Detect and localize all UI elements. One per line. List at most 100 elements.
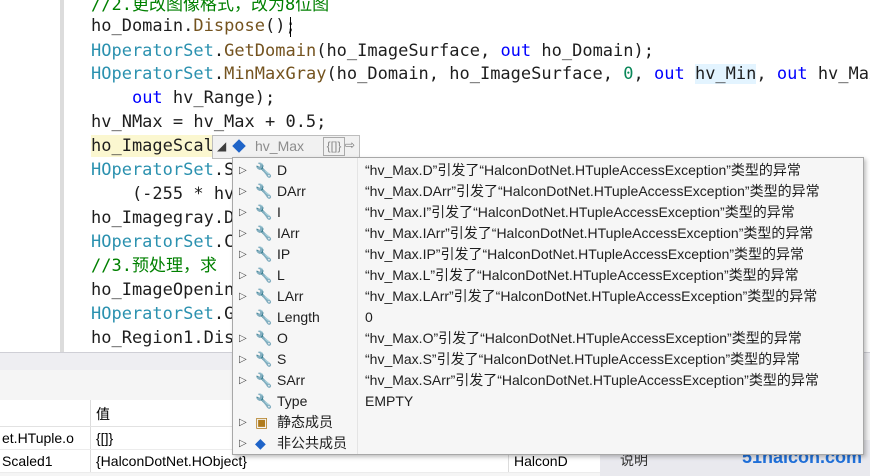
property-value: EMPTY (365, 393, 414, 409)
code-token: Dispose (193, 16, 266, 36)
locals-row-value: {[]} (96, 430, 114, 446)
datatip-value-box[interactable]: {[]} (323, 137, 345, 156)
expand-arrow-icon[interactable]: ▷ (239, 181, 247, 202)
expand-arrow-icon[interactable]: ▷ (239, 370, 247, 391)
datatip-row[interactable]: ▷ 🔧 S “hv_Max.S”引发了“HalconDotNet.HTupleAcce… (233, 349, 863, 370)
code-line[interactable]: (-255 * hv (91, 183, 234, 205)
code-token: ho_Imagegray.D (91, 208, 235, 228)
property-value: “hv_Max.DArr”引发了“HalconDotNet.HTupleAcce… (365, 183, 820, 199)
wrench-icon: 🔧 (255, 393, 273, 409)
property-value: “hv_Max.LArr”引发了“HalconDotNet.HTupleAcce… (365, 288, 818, 304)
code-token: out (131, 88, 163, 108)
code-line[interactable]: out hv_Range); (91, 87, 275, 109)
datatip-row[interactable]: ▷ 🔧 IArr “hv_Max.IArr”引发了“HalconDotNet.HTup… (233, 223, 863, 244)
datatip-header[interactable]: ◢ hv_Max {[]} ⇨ (212, 135, 360, 159)
code-line[interactable]: ho_Region1.Dis (91, 327, 234, 349)
value-column-header[interactable]: 值 (96, 404, 110, 424)
expand-arrow-icon[interactable]: ▷ (239, 349, 247, 370)
property-name: L (277, 267, 285, 283)
expand-arrow-icon[interactable]: ▷ (239, 223, 247, 244)
expand-arrow-icon[interactable]: ▷ (239, 265, 247, 286)
code-token: (); (265, 16, 296, 36)
expand-arrow-icon[interactable]: ▷ (239, 286, 247, 307)
code-token: ho_Domain); (531, 41, 654, 61)
wrench-icon: 🔧 (255, 372, 273, 388)
expand-arrow-icon[interactable]: ▷ (239, 328, 247, 349)
wrench-icon: 🔧 (255, 288, 273, 304)
property-name: DArr (277, 183, 306, 199)
code-token: MinMaxGray (224, 64, 327, 84)
datatip-row[interactable]: ▷ 🔧 IP “hv_Max.IP”引发了“HalconDotNet.HTupleAc… (233, 244, 863, 265)
property-value: “hv_Max.O”引发了“HalconDotNet.HTupleAccessE… (365, 330, 802, 346)
datatip-popup: ▷ 🔧 D “hv_Max.D”引发了“HalconDotNet.HTupleAcce… (232, 157, 864, 455)
code-token: out (500, 41, 532, 61)
datatip-row[interactable]: ▷ ▣ 静态成员 (233, 412, 863, 433)
wrench-icon: 🔧 (255, 267, 273, 283)
code-token: GetDomain (224, 41, 317, 61)
datatip-row[interactable]: 🔧 Type EMPTY (233, 391, 863, 412)
code-token: //3.预处理，求 (91, 256, 217, 276)
datatip-row[interactable]: ▷ 🔧 L “hv_Max.L”引发了“HalconDotNet.HTupleAcce… (233, 265, 863, 286)
code-line[interactable]: hv_NMax = hv_Max + 0.5; (91, 111, 326, 133)
pin-icon[interactable]: ⇨ (345, 138, 355, 152)
datatip-row[interactable]: ▷ 🔧 D “hv_Max.D”引发了“HalconDotNet.HTupleAcce… (233, 160, 863, 181)
property-name: I (277, 204, 281, 220)
wrench-icon: 🔧 (255, 225, 273, 241)
locals-row-name: et.HTuple.o (2, 430, 74, 446)
code-token: hv_Max, (817, 64, 870, 84)
property-name: SArr (277, 372, 305, 388)
property-value: “hv_Max.S”引发了“HalconDotNet.HTupleAccessE… (365, 351, 801, 367)
wrench-icon: 🔧 (255, 330, 273, 346)
code-line[interactable]: ho_Imagegray.D (91, 207, 234, 229)
datatip-row[interactable]: ▷ 🔧 I “hv_Max.I”引发了“HalconDotNet.HTupleAcce… (233, 202, 863, 223)
cube-icon: ◆ (255, 435, 266, 451)
property-name: IP (277, 246, 291, 262)
locals-row-value: {HalconDotNet.HObject} (96, 453, 247, 469)
expand-arrow-icon[interactable]: ▷ (239, 433, 247, 454)
expand-arrow-icon[interactable]: ▷ (239, 244, 247, 265)
expand-arrow-icon[interactable]: ▷ (239, 160, 247, 181)
code-token: hv_NMax = hv_Max + 0.5; (91, 112, 327, 132)
code-line[interactable]: HOperatorSet.C (91, 231, 234, 253)
property-value: “hv_Max.IArr”引发了“HalconDotNet.HTupleAcce… (365, 225, 814, 241)
code-token: ho_ImageOpenin (91, 280, 235, 300)
code-token: out (776, 64, 808, 84)
code-line[interactable]: //3.预处理，求 (91, 255, 217, 277)
property-value: “hv_Max.SArr”引发了“HalconDotNet.HTupleAcce… (365, 372, 819, 388)
datatip-row[interactable]: ▷ 🔧 O “hv_Max.O”引发了“HalconDotNet.HTupleAcce… (233, 328, 863, 349)
property-name: IArr (277, 225, 300, 241)
editor-gutter (0, 0, 66, 352)
object-cube-icon (232, 139, 246, 153)
code-token: ho_Region1.Dis (91, 328, 235, 348)
property-name: 静态成员 (277, 414, 333, 430)
expand-arrow-icon[interactable]: ▷ (239, 412, 247, 433)
code-line[interactable]: HOperatorSet.S (91, 159, 234, 181)
datatip-row[interactable]: ▷ ◆ 非公共成员 (233, 433, 863, 454)
datatip-row[interactable]: 🔧 Length 0 (233, 307, 863, 328)
expand-arrow-icon[interactable]: ▷ (239, 202, 247, 223)
wrench-icon: 🔧 (255, 204, 273, 220)
datatip-row[interactable]: ▷ 🔧 SArr “hv_Max.SArr”引发了“HalconDotNet.HTup… (233, 370, 863, 391)
collapse-arrow-icon[interactable]: ◢ (217, 139, 226, 153)
code-line[interactable]: ho_Domain.Dispose(); (91, 15, 296, 37)
code-token: //2.更改图像格式，改为8位图 (91, 0, 330, 15)
datatip-row[interactable]: ▷ 🔧 DArr “hv_Max.DArr”引发了“HalconDotNet.HTup… (233, 181, 863, 202)
code-token: . (213, 41, 225, 61)
code-line[interactable]: HOperatorSet.G (91, 303, 234, 325)
code-line[interactable]: ho_ImageOpenin (91, 279, 234, 301)
code-line[interactable]: HOperatorSet.GetDomain(ho_ImageSurface, … (91, 40, 654, 62)
code-token: ho_Domain. (91, 16, 194, 36)
code-line[interactable]: ho_ImageScal (91, 135, 214, 157)
code-token: hv_Min (694, 64, 757, 84)
datatip-row[interactable]: ▷ 🔧 LArr “hv_Max.LArr”引发了“HalconDotNet.HTup… (233, 286, 863, 307)
code-line[interactable]: HOperatorSet.MinMaxGray(ho_Domain, ho_Im… (91, 63, 870, 85)
property-name: Type (277, 393, 308, 409)
code-token: out (653, 64, 685, 84)
property-name: S (277, 351, 287, 367)
code-line[interactable]: //2.更改图像格式，改为8位图 (91, 0, 329, 16)
property-value: “hv_Max.D”引发了“HalconDotNet.HTupleAccessE… (365, 162, 801, 178)
code-token: HOperatorSet (91, 160, 214, 180)
code-token: ho_ImageScal (91, 136, 214, 156)
